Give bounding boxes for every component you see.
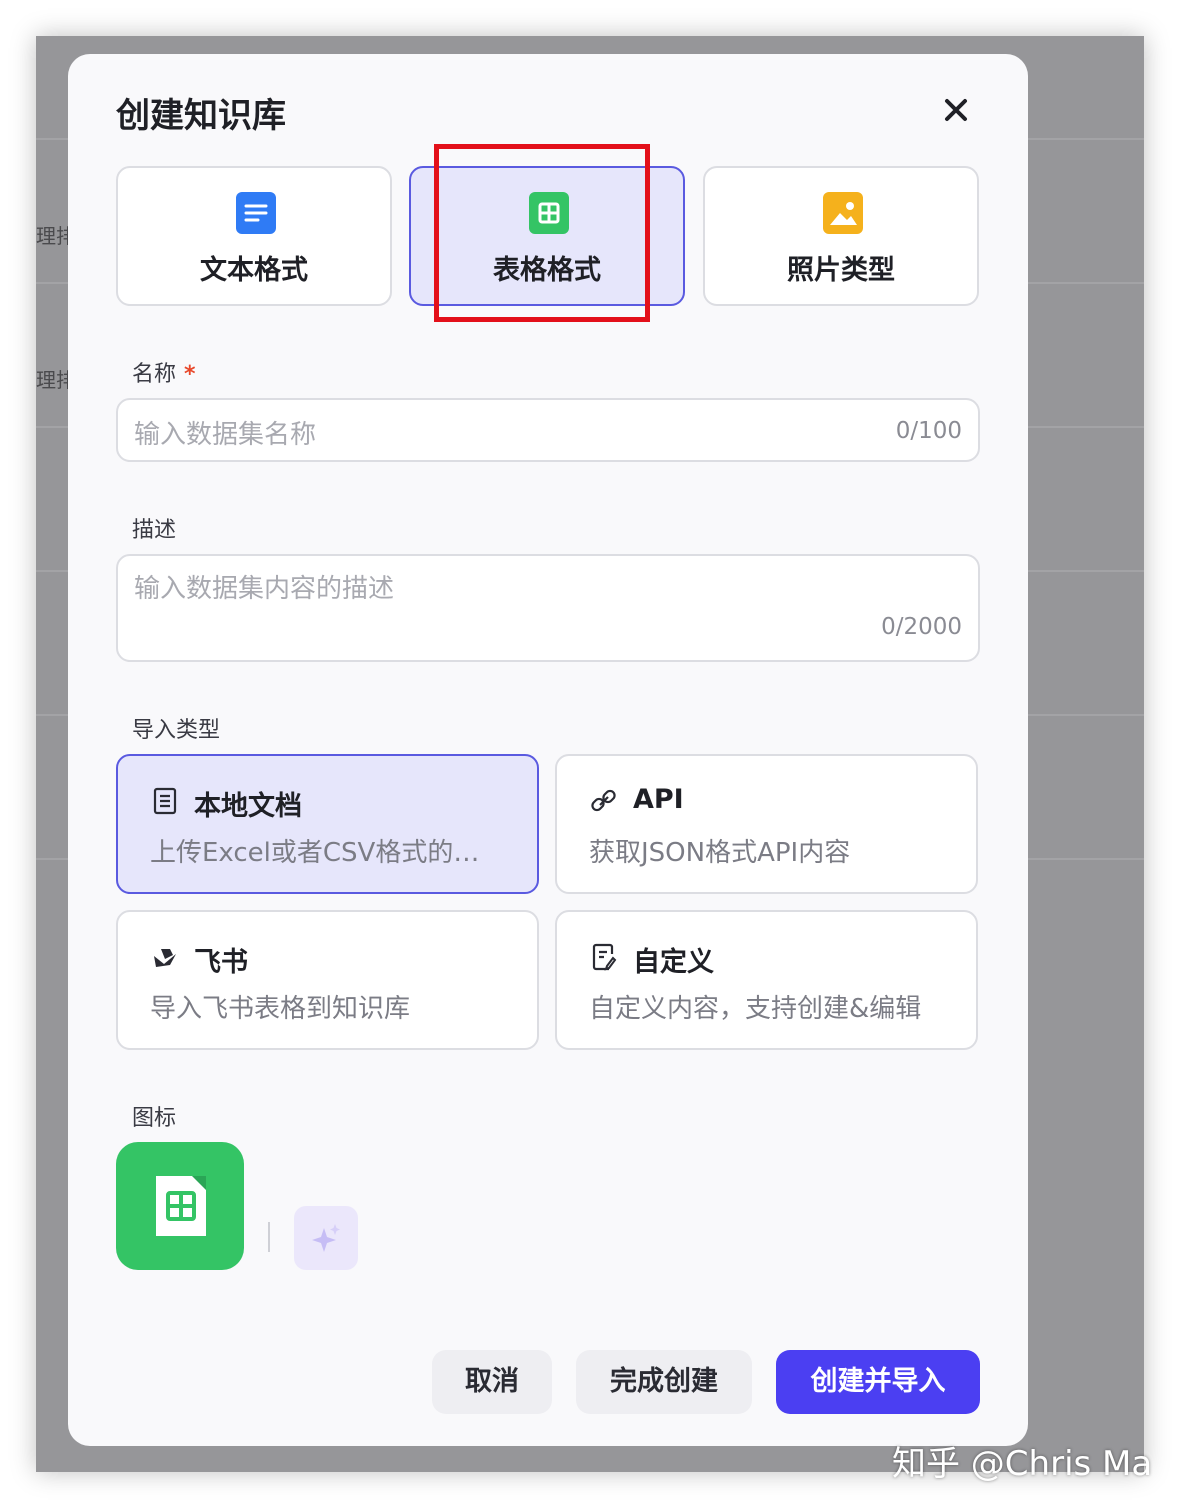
name-input[interactable]: 输入数据集名称 0/100	[116, 398, 980, 462]
import-type-title: 飞书	[194, 947, 248, 978]
import-type-label: 导入类型	[132, 718, 221, 743]
import-type-title: 本地文档	[194, 791, 302, 822]
import-type-feishu[interactable]: 飞书 导入飞书表格到知识库	[116, 910, 539, 1050]
import-type-desc: 获取JSON格式API内容	[589, 838, 851, 868]
highlight-annotation	[434, 144, 650, 322]
required-mark: *	[184, 362, 196, 387]
format-card-label: 文本格式	[200, 255, 308, 286]
name-input-placeholder: 输入数据集名称	[134, 420, 317, 450]
image-icon	[823, 192, 863, 234]
text-doc-icon	[236, 192, 276, 234]
finish-create-button[interactable]: 完成创建	[576, 1350, 752, 1414]
format-card-label: 照片类型	[787, 255, 895, 286]
cancel-button[interactable]: 取消	[432, 1350, 552, 1414]
feishu-icon	[154, 949, 176, 967]
import-type-desc: 上传Excel或者CSV格式的…	[150, 838, 480, 868]
create-and-import-button[interactable]: 创建并导入	[776, 1350, 980, 1414]
import-type-api[interactable]: API 获取JSON格式API内容	[555, 754, 978, 894]
knowledge-base-icon-picker[interactable]	[116, 1142, 244, 1270]
close-icon	[945, 99, 967, 121]
description-textarea[interactable]: 输入数据集内容的描述 0/2000	[116, 554, 980, 662]
edit-doc-icon	[592, 943, 617, 971]
description-label: 描述	[132, 518, 177, 543]
import-type-desc: 自定义内容，支持创建&编辑	[589, 994, 922, 1024]
import-type-local-doc[interactable]: 本地文档 上传Excel或者CSV格式的…	[116, 754, 539, 894]
document-icon	[153, 787, 177, 815]
description-char-counter: 0/2000	[881, 614, 962, 640]
close-button[interactable]	[938, 92, 974, 128]
name-char-counter: 0/100	[895, 418, 962, 444]
format-card-text[interactable]: 文本格式	[116, 166, 392, 306]
name-label: 名称 *	[132, 362, 196, 387]
icon-label: 图标	[132, 1106, 177, 1131]
dialog-title: 创建知识库	[116, 96, 286, 136]
sparkle-icon	[312, 1224, 340, 1252]
description-placeholder: 输入数据集内容的描述	[134, 574, 395, 604]
import-type-desc: 导入飞书表格到知识库	[150, 994, 411, 1024]
create-knowledge-base-dialog: 创建知识库 文本格式 表格格式 照片类型 名称 * 输入数据集名称 0/100 …	[68, 54, 1028, 1446]
ai-generate-icon-button[interactable]	[294, 1206, 358, 1270]
import-type-title: API	[633, 784, 684, 815]
icon-separator	[268, 1222, 270, 1252]
link-icon	[591, 789, 616, 812]
import-type-custom[interactable]: 自定义 自定义内容，支持创建&编辑	[555, 910, 978, 1050]
format-card-image[interactable]: 照片类型	[703, 166, 979, 306]
table-icon	[156, 1176, 206, 1236]
import-type-title: 自定义	[633, 947, 714, 978]
watermark: 知乎 @Chris Ma	[892, 1444, 1153, 1484]
